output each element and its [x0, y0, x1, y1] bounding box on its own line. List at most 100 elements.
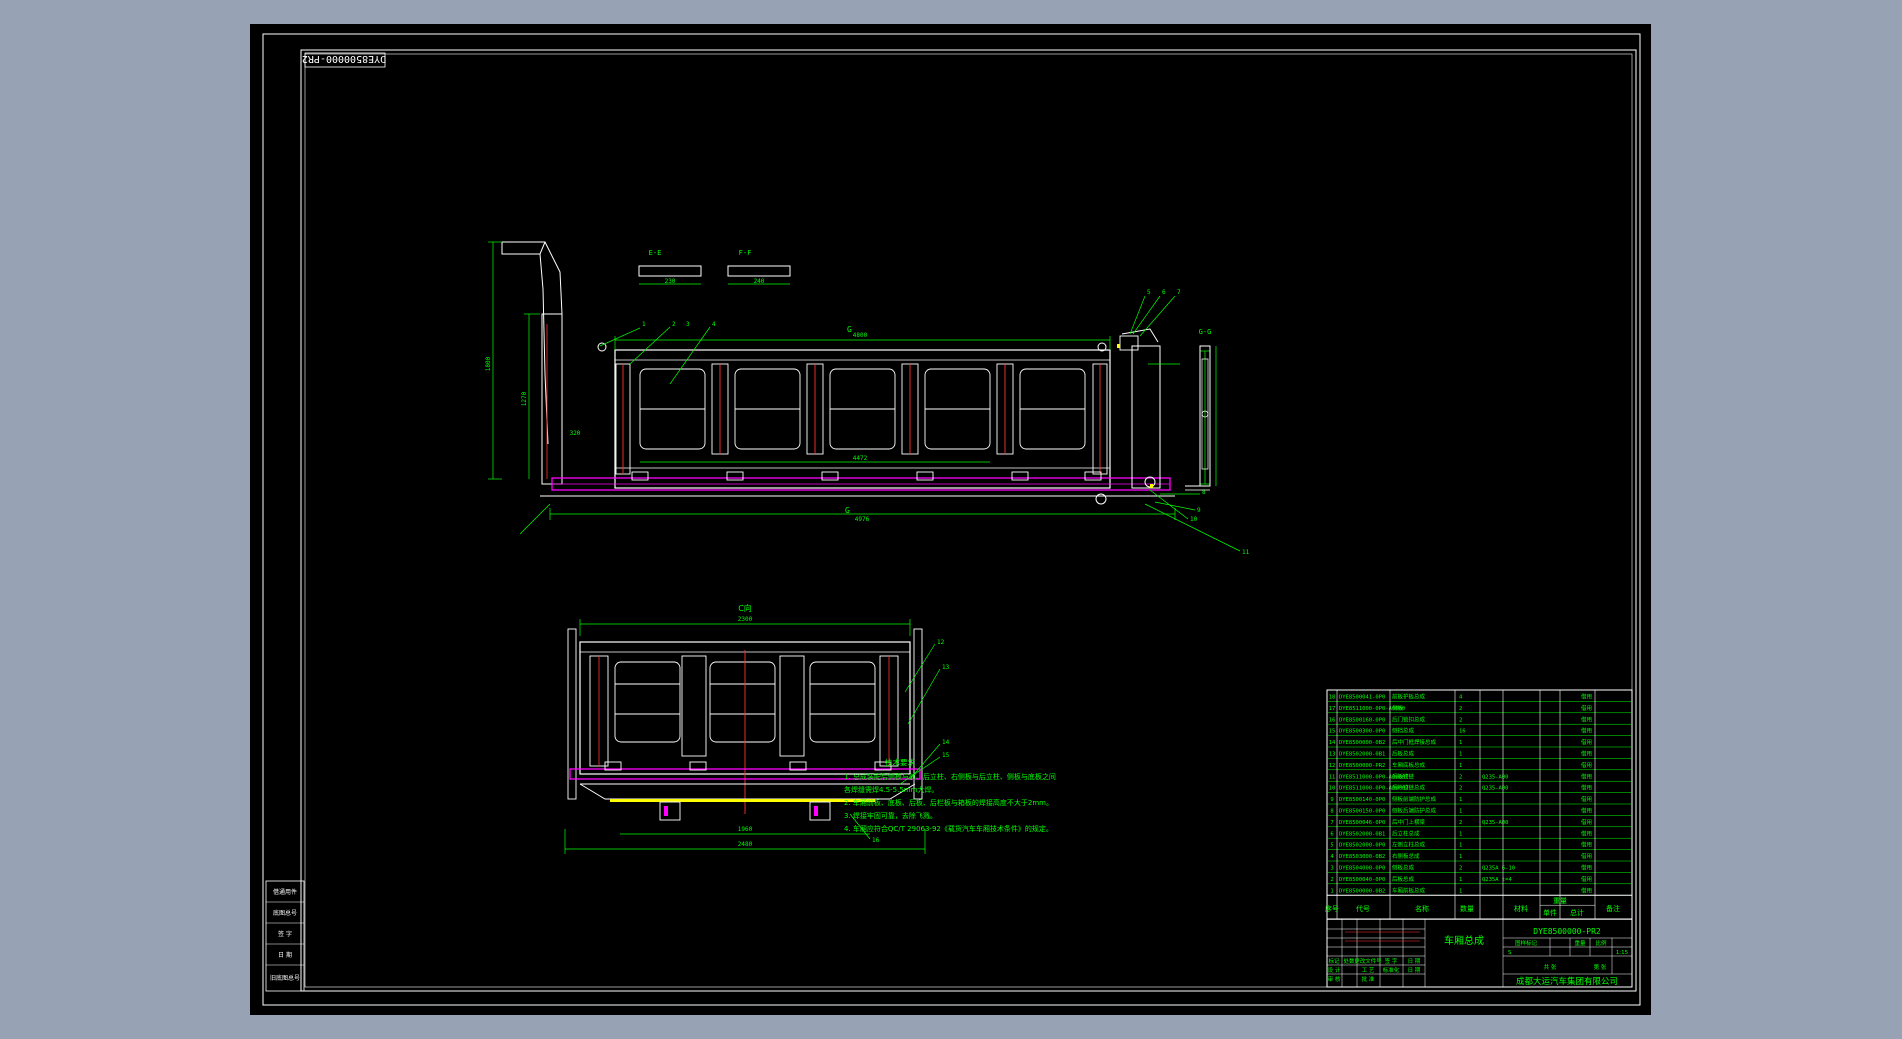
- cell-note: 借用: [1581, 807, 1592, 815]
- table-row: 11 DYE8511000-0P0-A0000I后板铰链 2 Q235-A00 借用: [1329, 772, 1592, 780]
- change-row-5: 日 期: [1408, 958, 1421, 965]
- cell-no: 1: [1330, 888, 1333, 894]
- cell-qty: 2: [1459, 820, 1462, 826]
- header-weight: 重量: [1553, 897, 1567, 905]
- notes-line-4: 3. 焊接牢固可靠，去除飞溅。: [844, 811, 937, 820]
- cell-note: 借用: [1581, 886, 1592, 894]
- cell-no: 2: [1330, 877, 1333, 883]
- table-row: 7 DYE8500046-0P0 后中门上横梁 2 Q235-A00 借用: [1330, 818, 1592, 826]
- cell-no: 8: [1330, 809, 1333, 815]
- cell-no: 6: [1330, 831, 1333, 837]
- dim-c-view-inner: 1960: [738, 826, 753, 833]
- cell-name: 后板总成: [1392, 750, 1415, 758]
- cell-qty: 2: [1459, 774, 1462, 780]
- left-strip-cell-5: 旧底图总号: [270, 974, 300, 982]
- cell-code: DYE8500000-0B2: [1339, 888, 1385, 894]
- balloon-9: 9: [1197, 507, 1201, 514]
- cell-no: 15: [1329, 729, 1336, 735]
- balloon-10: 10: [1190, 516, 1198, 523]
- dim-rear-offset: 320: [570, 430, 581, 437]
- notes-line-5: 4. 车厢应符合QC/T 29063-92《载货汽车车厢技术条件》的规定。: [844, 824, 1053, 833]
- notes-line-3: 2. 车厢前板、底板、后板、后栏板与箱板的焊接高度不大于2mm。: [844, 798, 1053, 807]
- cell-mat: Q235A t=4: [1482, 877, 1512, 883]
- cell-code: DYE8502000-0B1: [1339, 831, 1385, 837]
- drawing-sheet: DYE8500000-PR2 借通用件 底图总号 签 字 日 期 旧底图总号 4…: [250, 24, 1651, 1015]
- left-strip-cell-1: 借通用件: [273, 888, 297, 896]
- label-c-view: C向: [738, 603, 752, 613]
- cell-code: DYE8500046-0P0: [1339, 820, 1385, 826]
- cell-name: 侧板前端防护总成: [1392, 795, 1437, 803]
- cell-qty: 1: [1459, 877, 1462, 883]
- cell-name: 后门锁扣总成: [1392, 715, 1426, 723]
- balloon-7: 7: [1177, 289, 1181, 296]
- sheet-no: 第 张: [1594, 963, 1607, 971]
- notes-title: 技术要求: [885, 757, 915, 767]
- title-block-code: DYE8500000-PR2: [1533, 927, 1601, 936]
- cell-no: 5: [1330, 843, 1333, 849]
- cell-code: DYE8500150-0P0: [1339, 809, 1385, 815]
- cell-no: 4: [1330, 854, 1334, 860]
- role-design: 设 计: [1328, 966, 1341, 974]
- cell-name: 前板护板总成: [1392, 693, 1426, 701]
- header-unit: 单件: [1543, 908, 1557, 917]
- dim-c-view-bottom: 2480: [738, 841, 753, 848]
- cell-note: 借用: [1581, 841, 1592, 849]
- cell-qty: 1: [1459, 752, 1462, 758]
- cell-qty: 2: [1459, 706, 1462, 712]
- table-row: 18 DYE8500041-0P0 前板护板总成 4 借用: [1329, 693, 1592, 701]
- header-code: 代号: [1356, 904, 1370, 913]
- cell-code: DYE8502000-0B1: [1339, 752, 1385, 758]
- cell-name: 侧板: [1392, 704, 1404, 712]
- cell-qty: 1: [1459, 797, 1462, 803]
- label-g-bottom: G: [845, 506, 850, 515]
- row-s: S: [1508, 950, 1512, 956]
- cell-no: 18: [1329, 695, 1336, 701]
- dim-bottom-length: 4976: [855, 516, 870, 523]
- cell-qty: 1: [1459, 740, 1462, 746]
- change-row-3: 更改文件号: [1354, 957, 1382, 965]
- header-material: 材料: [1514, 904, 1528, 913]
- header-qty: 数量: [1460, 904, 1474, 913]
- cell-qty: 1: [1459, 809, 1462, 815]
- dim-e-e-width: 230: [665, 278, 676, 285]
- floor-clips: [631, 471, 1102, 481]
- balloon-16: 16: [872, 837, 880, 844]
- cell-no: 7: [1330, 820, 1333, 826]
- table-row: 13 DYE8502000-0B1 后板总成 1 借用: [1329, 750, 1592, 758]
- cell-note: 借用: [1581, 852, 1592, 860]
- cell-name: 车厢底板总成: [1392, 761, 1426, 769]
- cell-note: 借用: [1581, 864, 1592, 872]
- notes-line-2: 各焊缝需焊4.5-5.5mm大焊。: [844, 785, 938, 794]
- table-row: 15 DYE8500300-0P0 侧挡总成 16 借用: [1329, 727, 1592, 735]
- balloons-side: 1 2 3 4 5 6 7 8 9 10 11: [642, 289, 1250, 556]
- role-process: 工 艺: [1362, 967, 1375, 974]
- cell-note: 借用: [1581, 875, 1592, 883]
- section-g-g: G-G: [1185, 328, 1217, 491]
- cell-name: 后中门上横梁: [1392, 818, 1426, 826]
- cell-name: 后中门框焊接总成: [1392, 738, 1437, 746]
- cell-name: 后板总成: [1392, 875, 1415, 883]
- left-strip-cell-4: 日 期: [278, 951, 292, 959]
- company-name: 成都大运汽车集团有限公司: [1516, 976, 1618, 987]
- balloon-6: 6: [1162, 289, 1166, 296]
- cell-note: 借用: [1581, 829, 1592, 837]
- cell-qty: 1: [1459, 854, 1462, 860]
- title-block-name: 车厢总成: [1444, 934, 1484, 947]
- cell-note: 借用: [1581, 818, 1592, 826]
- table-row: 9 DYE8500140-0P0 侧板前端防护总成 1 借用: [1330, 795, 1592, 803]
- cell-qty: 2: [1459, 786, 1462, 792]
- cell-no: 3: [1330, 866, 1333, 872]
- cell-code: DYE8500300-0P0: [1339, 729, 1385, 735]
- left-strip-cell-3: 签 字: [278, 930, 292, 938]
- inner-frame-2: [304, 53, 1633, 988]
- balloon-13: 13: [942, 664, 950, 671]
- cell-name: 侧板总成: [1392, 864, 1415, 872]
- stage-label: 图样标记: [1515, 939, 1538, 947]
- cell-name: 右侧板总成: [1392, 852, 1420, 860]
- balloon-11: 11: [1242, 549, 1250, 556]
- table-row: 8 DYE8500150-0P0 侧板后端防护总成 1 借用: [1330, 807, 1592, 815]
- sheet-label: 共 张: [1544, 963, 1557, 971]
- label-g-top: G: [847, 325, 852, 334]
- cell-code: DYE8504000-0P0: [1339, 866, 1385, 872]
- table-row: 12 DYE8500000-PR2 车厢底板总成 1 借用: [1329, 761, 1592, 769]
